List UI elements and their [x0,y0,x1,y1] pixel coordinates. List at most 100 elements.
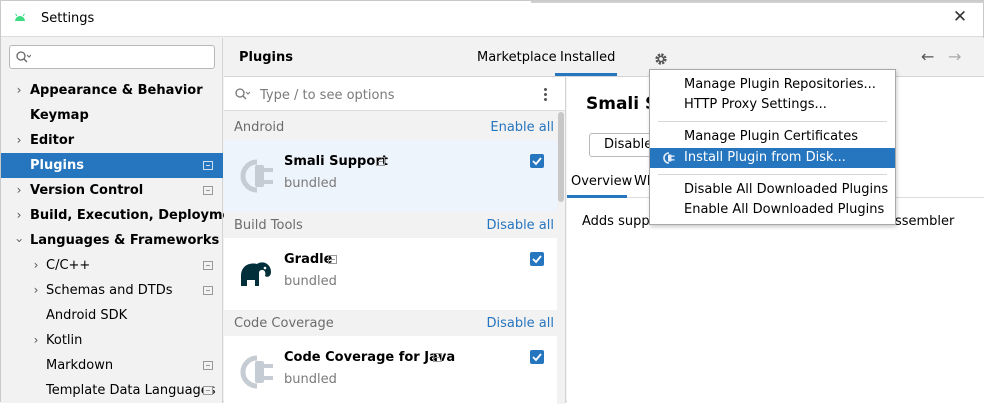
settings-window: Settings ✕ › Appearance & Behavior Keyma… [0,0,984,408]
disable-all-link[interactable]: Disable all [486,316,554,331]
bundled-plugin-icon [328,255,337,264]
checkmark-icon [532,353,542,362]
tab-installed[interactable]: Installed [560,50,615,65]
sidebar-item-languages[interactable]: › Languages & Frameworks [1,228,223,253]
plugin-description: Adds suppo [582,214,658,229]
plugin-plug-icon [240,355,273,389]
sidebar-item-keymap[interactable]: Keymap [1,103,223,128]
chevron-right-icon: › [16,208,22,222]
enable-all-link[interactable]: Enable all [490,120,554,135]
settings-sidebar: › Appearance & Behavior Keymap › Editor … [1,38,247,403]
plugin-item-gradle[interactable]: Gradle bundled [224,238,557,310]
plugin-plug-icon [663,152,675,164]
plugin-name: Code Coverage for Java [284,350,456,365]
sidebar-item-label: Schemas and DTDs [46,283,173,298]
menu-item-manage-certificates[interactable]: Manage Plugin Certificates [650,127,895,147]
tab-overview[interactable]: Overview [571,174,632,189]
page-title: Plugins [239,50,293,65]
gradle-elephant-icon [241,262,271,286]
chevron-right-icon: › [33,333,39,347]
group-name: Code Coverage [234,316,334,331]
plugin-subtitle: bundled [284,176,337,191]
disable-all-link[interactable]: Disable all [486,218,554,233]
search-icon [16,51,31,63]
plugin-item-code-coverage[interactable]: Code Coverage for Java bundled [224,336,557,408]
title-bar-accent-line [531,1,984,3]
sidebar-item-label: Version Control [30,183,144,198]
close-icon: ✕ [952,7,968,27]
menu-item-install-from-disk[interactable]: Install Plugin from Disk... [650,148,895,168]
project-level-icon [203,361,213,370]
tab-marketplace[interactable]: Marketplace [477,50,557,65]
menu-item-http-proxy[interactable]: HTTP Proxy Settings... [650,95,895,115]
project-level-icon [203,261,213,270]
plugin-subtitle: bundled [284,372,337,387]
plugin-enabled-checkbox[interactable] [530,252,544,266]
chevron-down-icon: › [12,238,27,243]
sidebar-item-schemas[interactable]: › Schemas and DTDs [1,278,223,303]
gear-dropdown-menu: Manage Plugin Repositories... HTTP Proxy… [649,69,896,225]
sidebar-item-label: Markdown [46,358,114,373]
menu-item-manage-repositories[interactable]: Manage Plugin Repositories... [650,75,895,95]
plugin-detail-title: Smali S [586,94,658,114]
plugin-search-placeholder: Type / to see options [260,88,395,103]
plugin-description-tail: assembler [887,214,955,229]
more-options-icon[interactable] [542,86,548,102]
project-level-icon [203,286,213,295]
sidebar-item-label: Kotlin [46,333,83,348]
settings-search-input[interactable] [9,45,215,69]
chevron-right-icon: › [16,183,22,197]
group-header-build-tools: Build Tools Disable all [224,212,565,238]
sidebar-item-label: Android SDK [46,308,128,323]
sidebar-item-android-sdk[interactable]: Android SDK [1,303,223,328]
project-level-icon [203,386,213,395]
bundled-plugin-icon [376,157,385,166]
group-name: Build Tools [234,218,303,233]
plugin-enabled-checkbox[interactable] [530,350,544,364]
chevron-right-icon: › [33,258,39,272]
sidebar-item-label: Build, Execution, Deployment [30,208,247,223]
group-header-android: Android Enable all [224,114,565,140]
plugin-subtitle: bundled [284,274,337,289]
group-name: Android [234,120,285,135]
sidebar-item-appearance[interactable]: › Appearance & Behavior [1,78,223,103]
plugin-item-smali[interactable]: Smali Support bundled [224,140,557,212]
project-level-icon [203,186,213,195]
sidebar-item-label: Keymap [30,108,89,123]
gear-icon[interactable] [653,51,669,67]
menu-separator [658,174,887,175]
disable-button[interactable]: Disable [589,133,657,157]
sidebar-item-version-control[interactable]: › Version Control [1,178,223,203]
plugin-plug-icon [240,159,273,193]
menu-item-label: Install Plugin from Disk... [684,150,846,165]
window-title: Settings [41,11,95,26]
menu-item-enable-downloaded[interactable]: Enable All Downloaded Plugins [650,200,895,220]
close-button[interactable]: ✕ [950,7,970,27]
plugin-list-scrollbar[interactable] [557,112,565,404]
project-level-icon [203,161,213,170]
sidebar-item-template-data[interactable]: Template Data Languages [1,378,223,403]
menu-separator [658,121,887,122]
back-arrow-icon[interactable]: ← [921,47,934,66]
active-tab-indicator [567,195,627,198]
sidebar-item-markdown[interactable]: Markdown [1,353,223,378]
plugin-enabled-checkbox[interactable] [530,154,544,168]
sidebar-item-label: Editor [30,133,75,148]
checkmark-icon [532,255,542,264]
menu-item-disable-downloaded[interactable]: Disable All Downloaded Plugins [650,180,895,200]
group-header-code-coverage: Code Coverage Disable all [224,310,565,336]
plugin-name: Gradle [284,252,333,267]
sidebar-item-editor[interactable]: › Editor [1,128,223,153]
sidebar-item-plugins[interactable]: Plugins [1,153,223,178]
sidebar-item-label: Languages & Frameworks [30,233,220,248]
chevron-right-icon: › [16,133,22,147]
scrollbar-thumb[interactable] [558,112,564,202]
plugin-search-input[interactable]: Type / to see options [224,77,565,111]
sidebar-item-build-execution[interactable]: › Build, Execution, Deployment [1,203,247,228]
forward-arrow-icon[interactable]: → [948,47,961,66]
sidebar-item-kotlin[interactable]: › Kotlin [1,328,223,353]
sidebar-item-cpp[interactable]: › C/C++ [1,253,223,278]
sidebar-item-label: Plugins [30,158,84,173]
bundled-plugin-icon [433,353,442,362]
chevron-right-icon: › [16,83,22,97]
